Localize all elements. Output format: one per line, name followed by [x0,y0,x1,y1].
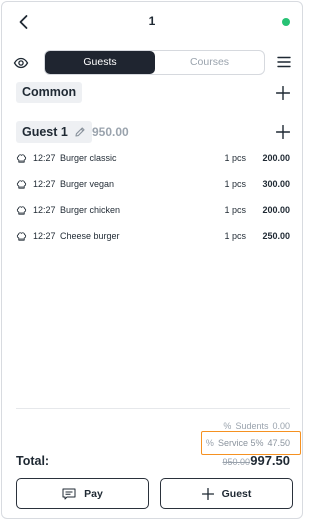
total-original: 950.00 [222,457,250,467]
eye-icon[interactable] [13,55,29,71]
service-label: Service 5% [217,438,264,448]
receipt-icon [62,488,76,499]
item-name: Burger classic [60,153,117,163]
item-name: Burger vegan [60,179,115,189]
item-time: 12:27 [33,231,56,241]
add-guest-button[interactable]: Guest [160,478,293,509]
tabs-row: Guests Courses [2,50,302,76]
add-common-icon[interactable] [276,86,290,100]
list-item[interactable]: 12:27 Burger vegan 1 pcs 300.00 [2,176,302,202]
pencil-icon[interactable] [74,126,86,138]
item-quantity: 1 pcs [224,153,246,163]
service-value: 47.50 [267,438,290,448]
guest-sum: 950.00 [92,125,129,139]
percent-icon: % [223,421,232,431]
list-item[interactable]: 12:27 Burger chicken 1 pcs 200.00 [2,202,302,228]
item-price: 200.00 [262,205,290,215]
item-quantity: 1 pcs [224,231,246,241]
tab-guests[interactable]: Guests [45,51,155,74]
view-switch: Guests Courses [44,50,265,75]
item-price: 300.00 [262,179,290,189]
item-name: Burger chicken [60,205,121,215]
item-time: 12:27 [33,205,56,215]
total-label: Total: [16,454,50,468]
item-quantity: 1 pcs [224,179,246,189]
item-time: 12:27 [33,179,56,189]
guest-header[interactable]: Guest 1 [16,121,92,143]
summary-divider [16,408,290,409]
order-screen: 1 Guests Courses Common Guest 1 950.00 1… [1,1,303,519]
chef-hat-icon [16,154,27,163]
chef-hat-icon [16,232,27,241]
list-item[interactable]: 12:27 Cheese burger 1 pcs 250.00 [2,228,302,254]
item-name: Cheese burger [60,231,120,241]
item-price: 250.00 [262,231,290,241]
plus-icon [201,487,214,500]
list-item[interactable]: 12:27 Burger classic 1 pcs 200.00 [2,150,302,176]
guest-name: Guest 1 [22,125,68,139]
pay-button-label: Pay [84,487,103,500]
total-amount: 997.50 [250,453,290,468]
item-time: 12:27 [33,153,56,163]
discount-label: Sudents [235,421,269,431]
order-items: 12:27 Burger classic 1 pcs 200.00 12:27 … [2,150,302,254]
item-quantity: 1 pcs [224,205,246,215]
item-price: 200.00 [262,153,290,163]
chef-hat-icon [16,206,27,215]
pay-button[interactable]: Pay [16,478,149,509]
top-bar: 1 [2,10,302,34]
add-item-icon[interactable] [276,125,290,139]
service-row[interactable]: % Service 5% 47.50 [206,438,290,448]
add-guest-label: Guest [221,487,252,500]
discount-row[interactable]: % Sudents 0.00 [223,421,290,431]
percent-icon: % [205,438,214,448]
chef-hat-icon [16,180,27,189]
tab-courses[interactable]: Courses [155,51,264,74]
discount-value: 0.00 [272,421,290,431]
common-section-label: Common [16,82,83,103]
status-indicator [282,18,290,26]
menu-icon[interactable] [277,56,291,68]
order-title: 1 [148,14,156,28]
